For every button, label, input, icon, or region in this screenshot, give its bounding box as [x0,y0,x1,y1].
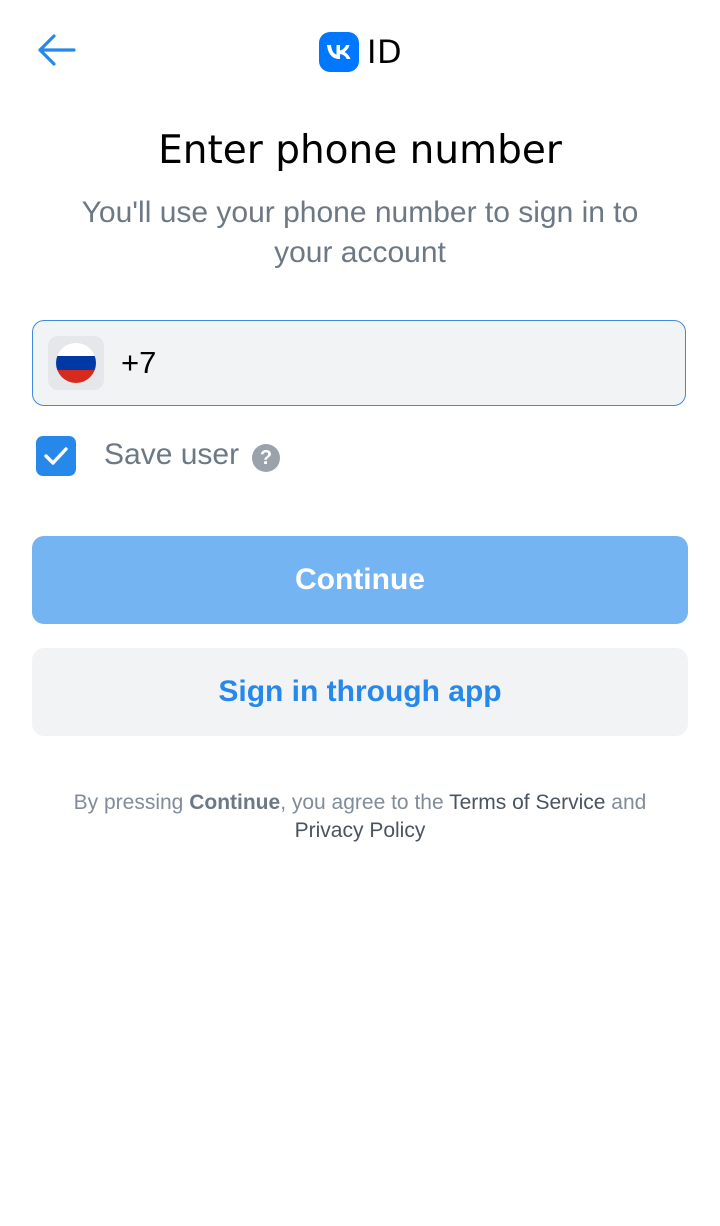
question-circle-icon[interactable]: ? [252,444,280,472]
page-subtitle: You'll use your phone number to sign in … [81,196,639,269]
logo-text: ID [367,33,403,71]
privacy-policy-link[interactable]: Privacy Policy [295,819,426,842]
vk-id-logo: ID [319,32,402,72]
sign-in-through-app-button[interactable]: Sign in through app [32,648,688,736]
phone-field[interactable] [32,320,686,406]
phone-input[interactable] [121,345,621,381]
country-selector[interactable] [48,336,104,390]
legal-middle: , you agree to the [280,791,450,814]
legal-prefix: By pressing [73,791,190,814]
save-user-label[interactable]: Save user [104,438,239,472]
legal-continue-word: Continue [189,791,281,814]
terms-of-service-link[interactable]: Terms of Service [449,791,605,814]
vk-logo-icon [319,32,359,72]
russia-flag-icon [56,343,96,383]
legal-text: By pressing Continue, you agree to the T… [40,789,680,845]
arrow-left-icon [38,34,76,66]
continue-button[interactable]: Continue [32,536,688,624]
checkmark-icon [44,447,68,465]
page-title: Enter phone number [158,128,562,173]
legal-and: and [605,791,647,814]
save-user-checkbox[interactable] [36,436,76,476]
back-button[interactable] [28,26,84,74]
